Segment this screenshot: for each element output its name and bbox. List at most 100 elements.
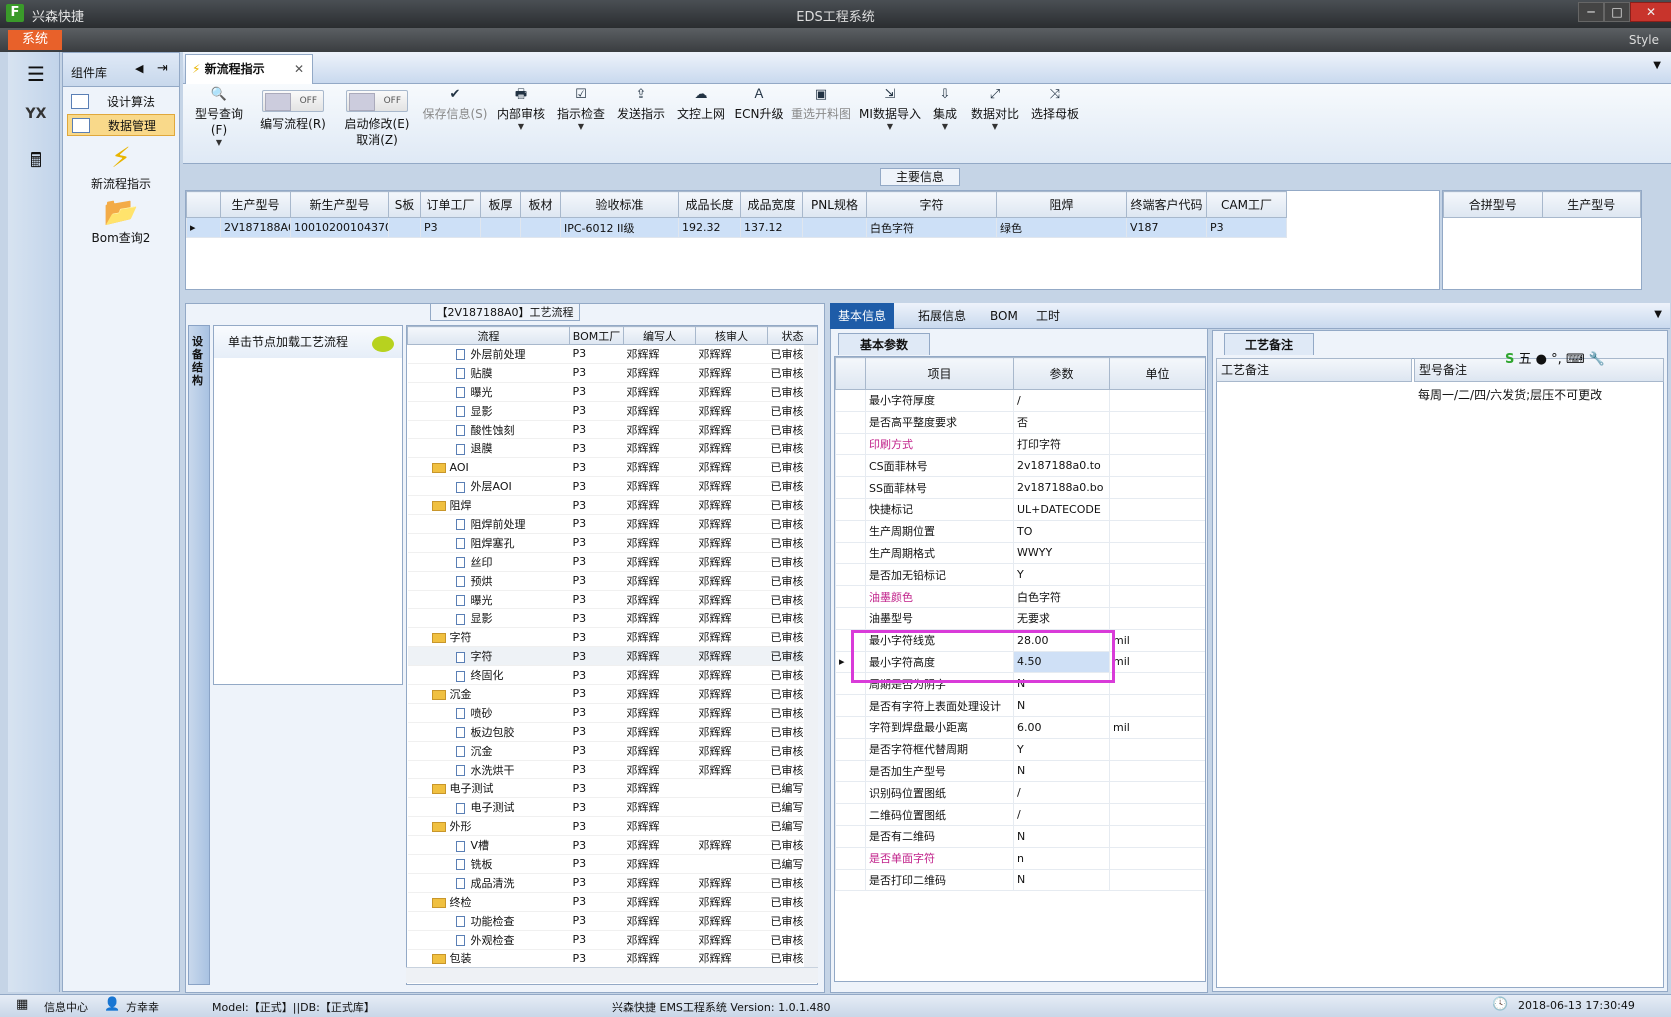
flow-row[interactable]: 沉金 P3 邓辉辉 邓辉辉 已审核	[407, 741, 817, 761]
table-cell[interactable]: 绿色	[996, 217, 1127, 238]
param-row[interactable]: 生产周期格式 WWYY	[835, 541, 1205, 565]
tab-close-icon[interactable]: ✕	[294, 55, 304, 83]
param-value[interactable]: /	[1013, 803, 1110, 826]
param-row[interactable]: 油墨颜色 白色字符	[835, 585, 1205, 608]
integrate-button[interactable]: ⇩ 集成 ▼	[927, 84, 963, 162]
flow-step-cell[interactable]: 铣板	[407, 854, 570, 874]
param-value[interactable]: 白色字符	[1013, 585, 1110, 608]
param-row[interactable]: SS面菲林号 2v187188a0.bo	[835, 476, 1205, 499]
flow-cell-w[interactable]: 邓辉辉	[623, 382, 696, 402]
flow-step-cell[interactable]: 沉金	[407, 741, 570, 761]
flow-cell-w[interactable]: 邓辉辉	[623, 344, 696, 364]
flow-vertical-scrollbar[interactable]	[804, 345, 818, 967]
model-remark-text[interactable]: 每周一/二/四/六发货;层压不可更改	[1418, 386, 1602, 403]
flow-cell-f[interactable]: P3	[569, 854, 624, 874]
flow-cell-f[interactable]: P3	[569, 949, 624, 969]
toggle-switch[interactable]: OFF	[262, 90, 324, 112]
flow-cell-r[interactable]: 邓辉辉	[695, 930, 768, 950]
pin-icon[interactable]: ⇥	[157, 61, 168, 76]
close-button[interactable]: ✕	[1630, 2, 1671, 22]
flow-row[interactable]: 酸性蚀刻 P3 邓辉辉 邓辉辉 已审核	[407, 420, 817, 440]
flow-step-cell[interactable]: 板边包胶	[407, 722, 570, 742]
column-header[interactable]: 状态	[767, 326, 817, 345]
flow-cell-f[interactable]: P3	[569, 930, 624, 950]
flow-cell-f[interactable]: P3	[569, 722, 624, 742]
flow-step-cell[interactable]: 阻焊	[407, 495, 570, 516]
menu-system[interactable]: 系统	[8, 30, 62, 50]
new-flow-tool[interactable]: ⚡ 新流程指示	[73, 141, 169, 192]
param-value[interactable]: /	[1013, 389, 1110, 412]
mi-import-button[interactable]: ⇲ MI数据导入 ▼	[857, 84, 923, 162]
flow-cell-r[interactable]	[695, 797, 768, 818]
flow-cell-r[interactable]: 邓辉辉	[695, 684, 768, 704]
column-header[interactable]: CAM工厂	[1206, 191, 1287, 218]
flow-cell-r[interactable]	[695, 816, 768, 837]
column-header[interactable]: BOM工厂	[569, 326, 624, 345]
flow-cell-r[interactable]: 邓辉辉	[695, 476, 768, 497]
param-row[interactable]: 识别码位置图纸 /	[835, 781, 1205, 805]
flow-row[interactable]: 外观检查 P3 邓辉辉 邓辉辉 已审核	[407, 930, 817, 950]
collapse-left-icon[interactable]: ◀	[135, 62, 143, 75]
flow-row[interactable]: 电子测试 P3 邓辉辉 已编写	[407, 797, 817, 818]
flow-step-cell[interactable]: 阻焊塞孔	[407, 533, 570, 553]
flow-cell-f[interactable]: P3	[569, 590, 624, 610]
flow-row[interactable]: 字符 P3 邓辉辉 邓辉辉 已审核	[407, 646, 817, 667]
flow-step-cell[interactable]: 显影	[407, 401, 570, 421]
tab-list-chevron-icon[interactable]: ▼	[1654, 309, 1662, 320]
flow-step-cell[interactable]: AOI	[407, 457, 570, 478]
flow-step-cell[interactable]: 包装	[407, 949, 570, 969]
flow-cell-f[interactable]: P3	[569, 911, 624, 931]
column-header[interactable]: 生产型号	[1541, 191, 1641, 218]
table-cell[interactable]: 10010200104370	[290, 217, 389, 238]
column-header[interactable]: 编写人	[623, 326, 696, 345]
flow-cell-r[interactable]: 邓辉辉	[695, 722, 768, 742]
save-info-button[interactable]: ✔ 保存信息(S)	[419, 84, 491, 162]
flow-row[interactable]: 包装 P3 邓辉辉 邓辉辉 已审核	[407, 949, 817, 969]
param-value[interactable]: UL+DATECODE	[1013, 497, 1110, 521]
column-header[interactable]: 新生产型号	[290, 191, 389, 218]
flow-step-cell[interactable]: 贴膜	[407, 363, 570, 383]
yx-factory-icon[interactable]: YX	[20, 98, 52, 130]
flow-row[interactable]: 字符 P3 邓辉辉 邓辉辉 已审核	[407, 627, 817, 648]
table-cell[interactable]: P3	[1206, 217, 1287, 238]
flow-cell-w[interactable]: 邓辉辉	[623, 363, 696, 383]
tree-item-design-algorithm[interactable]: 设计算法	[67, 91, 175, 113]
table-cell[interactable]: 192.32	[678, 217, 741, 238]
column-header[interactable]: S板	[388, 191, 421, 218]
flow-cell-f[interactable]: P3	[569, 665, 624, 686]
flow-cell-f[interactable]: P3	[569, 476, 624, 497]
param-value[interactable]: 打印字符	[1013, 432, 1110, 456]
chat-bubble-icon[interactable]	[372, 336, 394, 352]
tree-item-data-management[interactable]: 数据管理	[67, 114, 175, 136]
style-menu[interactable]: Style	[1629, 33, 1659, 47]
flow-cell-w[interactable]: 邓辉辉	[623, 457, 696, 478]
flow-cell-f[interactable]: P3	[569, 382, 624, 402]
column-header[interactable]: 生产型号	[220, 191, 291, 218]
param-row[interactable]: 是否有二维码 N	[835, 824, 1205, 848]
flow-cell-w[interactable]: 邓辉辉	[623, 741, 696, 761]
table-cell[interactable]	[480, 217, 521, 238]
flow-row[interactable]: 丝印 P3 邓辉辉 邓辉辉 已审核	[407, 552, 817, 572]
param-row[interactable]: 快捷标记 UL+DATECODE	[835, 497, 1205, 521]
flow-cell-w[interactable]: 邓辉辉	[623, 703, 696, 723]
param-row[interactable]: 油墨型号 无要求	[835, 606, 1205, 630]
flow-cell-f[interactable]: P3	[569, 571, 624, 591]
flow-cell-r[interactable]	[695, 778, 768, 799]
flow-cell-w[interactable]: 邓辉辉	[623, 514, 696, 534]
flow-step-cell[interactable]: 终检	[407, 892, 570, 912]
cancel-label[interactable]: 取消(Z)	[339, 132, 415, 148]
column-header[interactable]: 终端客户代码	[1126, 191, 1207, 218]
column-header[interactable]: 流程	[407, 326, 570, 345]
column-header[interactable]: 核审人	[695, 326, 768, 345]
tab-bom[interactable]: BOM	[982, 303, 1026, 329]
flow-cell-f[interactable]: P3	[569, 608, 624, 629]
flow-step-cell[interactable]: 预烘	[407, 571, 570, 591]
column-header[interactable]: 参数	[1013, 357, 1110, 390]
flow-row[interactable]: 曝光 P3 邓辉辉 邓辉辉 已审核	[407, 382, 817, 402]
table-cell[interactable]: 137.12	[740, 217, 803, 238]
flow-step-cell[interactable]: 曝光	[407, 590, 570, 610]
flow-row[interactable]: 板边包胶 P3 邓辉辉 邓辉辉 已审核	[407, 722, 817, 742]
flow-cell-f[interactable]: P3	[569, 533, 624, 553]
remark-tab[interactable]: 工艺备注	[1224, 333, 1314, 355]
calculator-icon[interactable]: 🖩	[20, 144, 52, 176]
